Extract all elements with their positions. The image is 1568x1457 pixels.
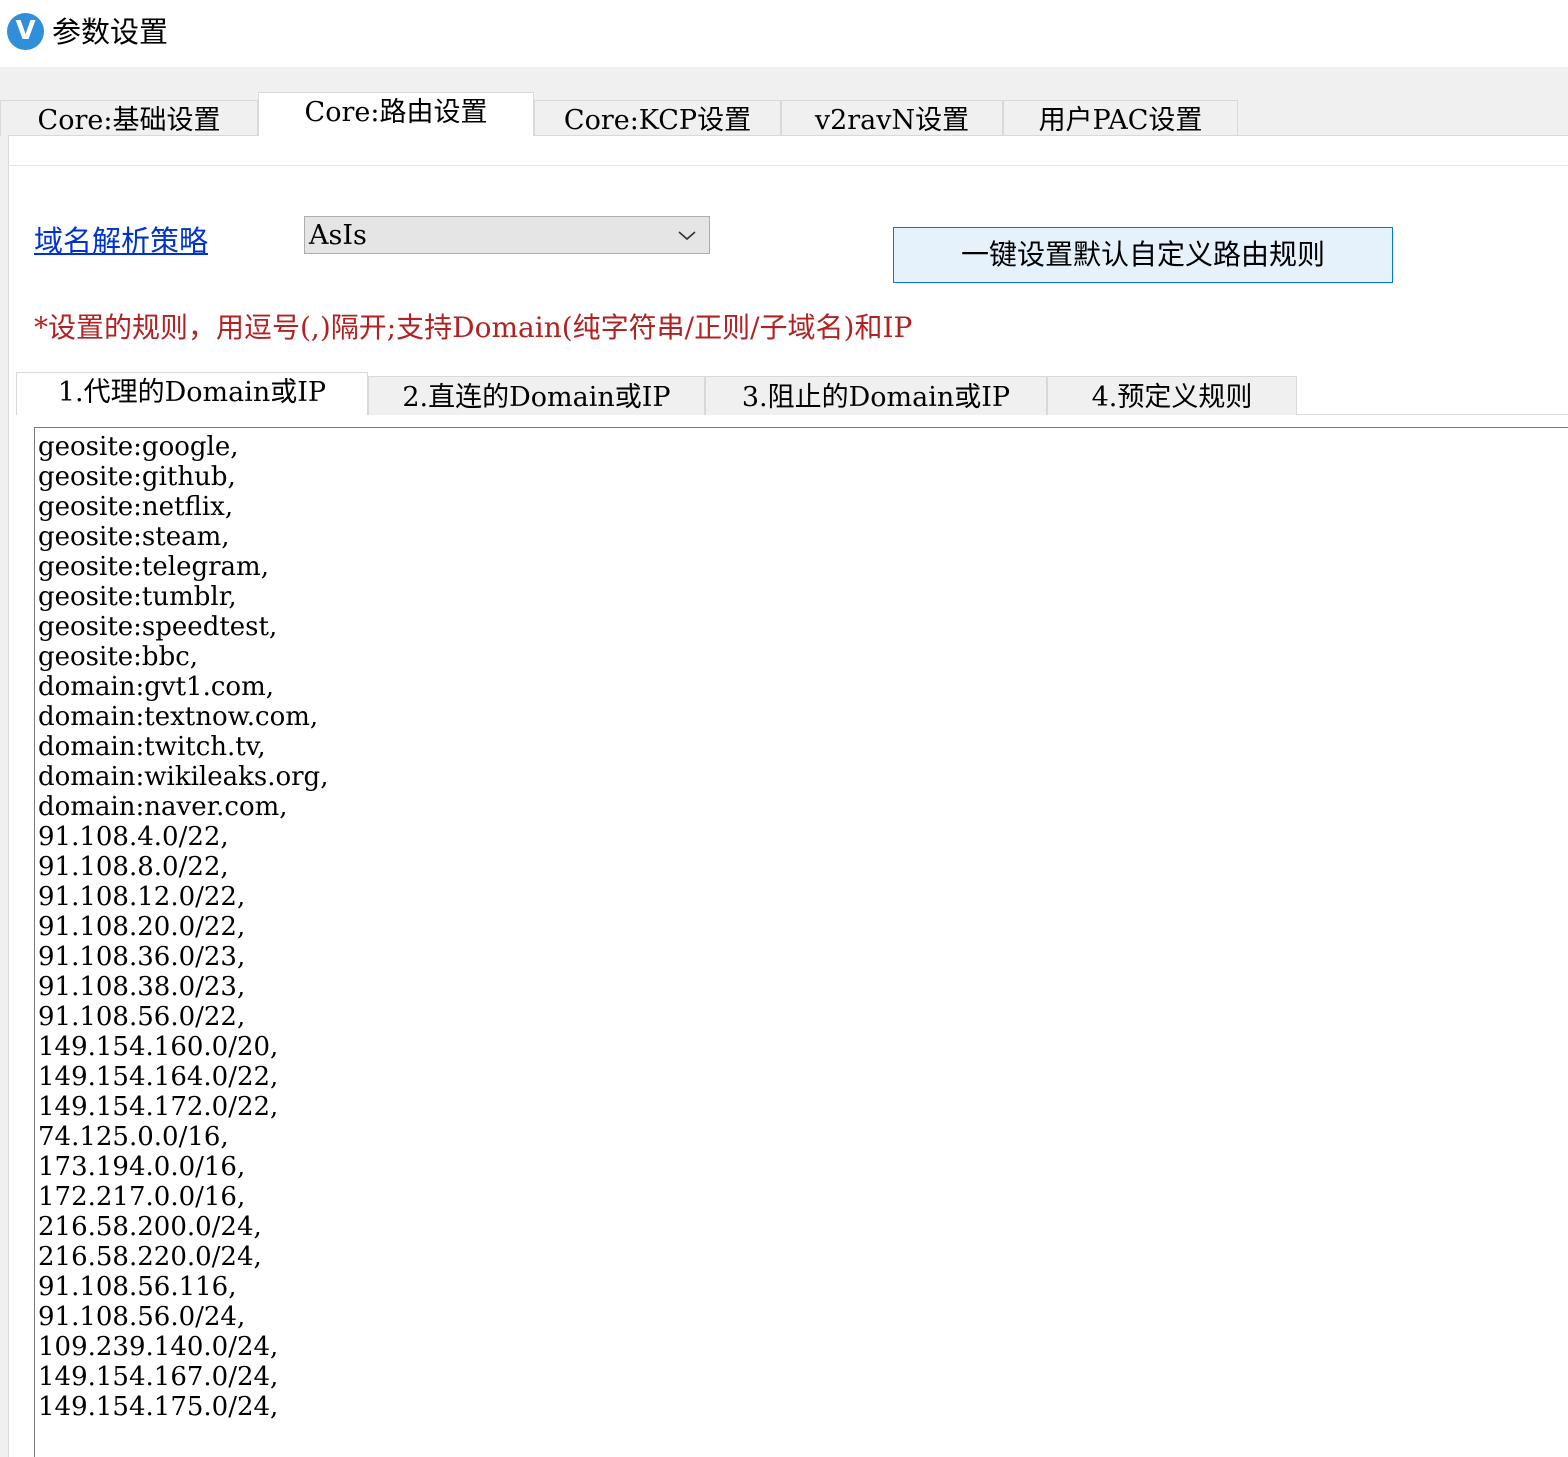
rule-line: domain:twitch.tv, (38, 732, 266, 762)
rule-line: 91.108.20.0/22, (38, 912, 246, 942)
tab-block-rules[interactable]: 3.阻止的Domain或IP (705, 376, 1047, 415)
rule-line: 91.108.8.0/22, (38, 852, 229, 882)
rule-line: 149.154.164.0/22, (38, 1062, 279, 1092)
rule-line: 74.125.0.0/16, (38, 1122, 229, 1152)
tab-core-basic[interactable]: Core:基础设置 (0, 100, 258, 136)
rule-line: geosite:github, (38, 462, 236, 492)
rule-line: 91.108.4.0/22, (38, 822, 229, 852)
rule-line: 149.154.172.0/22, (38, 1092, 279, 1122)
rule-line: 91.108.56.0/22, (38, 1002, 246, 1032)
proxy-rules-textarea[interactable]: geosite:google, geosite:github, geosite:… (34, 427, 1568, 1457)
settings-tabstrip: Core:基础设置 Core:路由设置 Core:KCP设置 v2ravN设置 … (0, 92, 1568, 136)
title-bar: V 参数设置 (0, 0, 1568, 67)
set-default-rules-button[interactable]: 一键设置默认自定义路由规则 (893, 227, 1393, 283)
rule-line: geosite:bbc, (38, 642, 199, 672)
rule-line: 173.194.0.0/16, (38, 1152, 246, 1182)
domain-strategy-value: AsIs (309, 220, 367, 251)
rule-line: geosite:tumblr, (38, 582, 237, 612)
rule-line: 91.108.12.0/22, (38, 882, 246, 912)
rule-line: 91.108.56.116, (38, 1272, 237, 1302)
tab-direct-rules[interactable]: 2.直连的Domain或IP (368, 376, 705, 415)
rule-line: geosite:telegram, (38, 552, 269, 582)
rule-line: geosite:google, (38, 432, 239, 462)
rule-line: 149.154.175.0/24, (38, 1392, 279, 1422)
rule-line: domain:naver.com, (38, 792, 288, 822)
rule-line: domain:wikileaks.org, (38, 762, 329, 792)
rule-line: geosite:speedtest, (38, 612, 278, 642)
rule-line: 91.108.36.0/23, (38, 942, 246, 972)
rule-line: geosite:steam, (38, 522, 230, 552)
tab-proxy-rules[interactable]: 1.代理的Domain或IP (16, 372, 368, 415)
window-title: 参数设置 (52, 15, 169, 49)
rule-line: 91.108.38.0/23, (38, 972, 246, 1002)
tab-core-routing[interactable]: Core:路由设置 (258, 92, 534, 136)
rule-tabstrip: 1.代理的Domain或IP 2.直连的Domain或IP 3.阻止的Domai… (16, 372, 1568, 416)
rule-line: 172.217.0.0/16, (38, 1182, 246, 1212)
rule-line: domain:gvt1.com, (38, 672, 274, 702)
rule-line: 216.58.200.0/24, (38, 1212, 262, 1242)
divider (8, 165, 1568, 166)
v2rayn-logo-icon: V (7, 13, 44, 50)
rule-line: 216.58.220.0/24, (38, 1242, 262, 1272)
tab-v2rayn-settings[interactable]: v2ravN设置 (781, 100, 1003, 136)
tab-predefined-rules[interactable]: 4.预定义规则 (1047, 376, 1297, 415)
rule-line: domain:textnow.com, (38, 702, 319, 732)
rule-line: 109.239.140.0/24, (38, 1332, 279, 1362)
rules-list: geosite:google, geosite:github, geosite:… (38, 432, 328, 1422)
rule-line: geosite:netflix, (38, 492, 234, 522)
rule-line: 91.108.56.0/24, (38, 1302, 246, 1332)
chevron-down-icon (678, 231, 696, 241)
rule-line: 149.154.160.0/20, (38, 1032, 279, 1062)
rule-line: 149.154.167.0/24, (38, 1362, 279, 1392)
rules-hint: *设置的规则，用逗号(,)隔开;支持Domain(纯字符串/正则/子域名)和IP (34, 311, 913, 344)
domain-strategy-select[interactable]: AsIs (304, 216, 710, 254)
tab-user-pac[interactable]: 用户PAC设置 (1003, 100, 1238, 136)
domain-strategy-link[interactable]: 域名解析策略 (34, 222, 208, 260)
tab-core-kcp[interactable]: Core:KCP设置 (534, 100, 781, 136)
